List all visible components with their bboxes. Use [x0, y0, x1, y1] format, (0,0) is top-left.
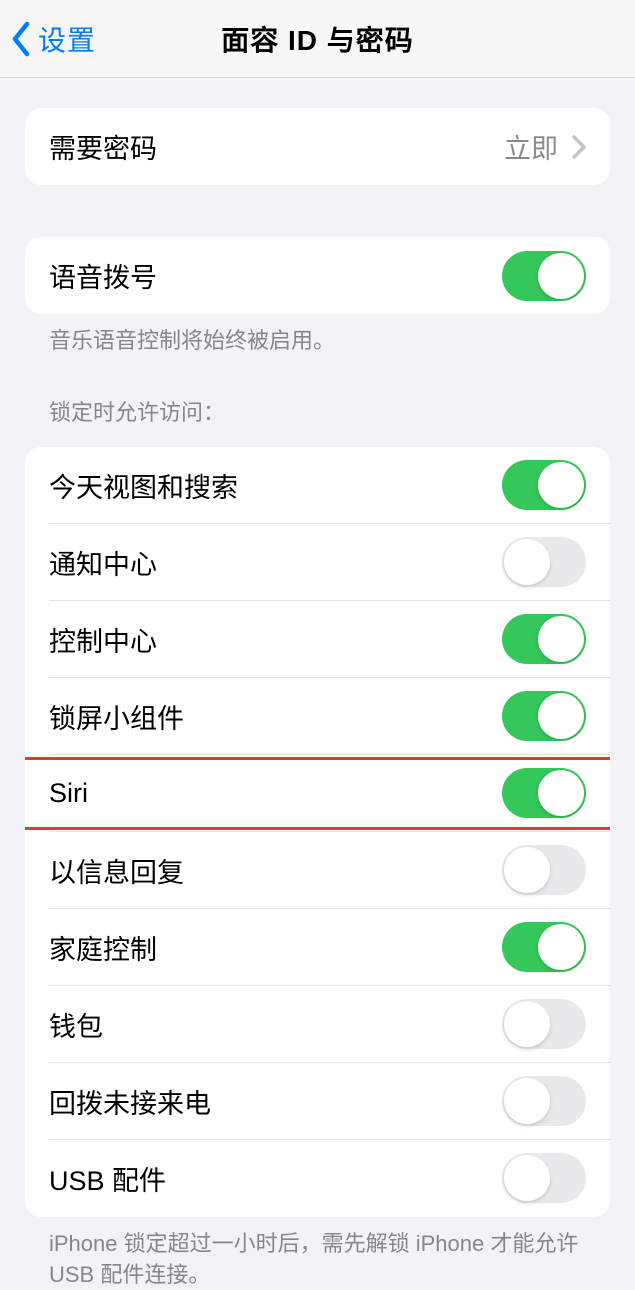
- toggle-knob: [538, 462, 584, 508]
- toggle-knob: [504, 539, 550, 585]
- toggle[interactable]: [502, 691, 586, 741]
- require-passcode-row[interactable]: 需要密码 立即: [25, 108, 610, 185]
- toggle-knob: [538, 770, 584, 816]
- row-label: 需要密码: [49, 127, 504, 166]
- list-item: USB 配件: [25, 1140, 610, 1217]
- voice-dial-group: 语音拨号: [25, 237, 610, 314]
- toggle[interactable]: [502, 537, 586, 587]
- row-label: 今天视图和搜索: [49, 466, 502, 505]
- toggle-knob: [504, 1155, 550, 1201]
- usb-footer: iPhone 锁定超过一小时后，需先解锁 iPhone 才能允许 USB 配件连…: [25, 1217, 610, 1290]
- row-label: 以信息回复: [49, 851, 502, 890]
- require-passcode-group: 需要密码 立即: [25, 108, 610, 185]
- chevron-left-icon: [10, 21, 32, 57]
- row-label: 语音拨号: [49, 256, 502, 295]
- toggle[interactable]: [502, 999, 586, 1049]
- toggle-knob: [504, 1001, 550, 1047]
- list-item: Siri: [25, 755, 610, 832]
- toggle[interactable]: [502, 922, 586, 972]
- list-item: 通知中心: [25, 524, 610, 601]
- row-label: 通知中心: [49, 543, 502, 582]
- toggle-knob: [538, 924, 584, 970]
- list-item: 钱包: [25, 986, 610, 1063]
- back-button[interactable]: 设置: [0, 19, 96, 59]
- list-item: 家庭控制: [25, 909, 610, 986]
- voice-dial-row: 语音拨号: [25, 237, 610, 314]
- list-item: 回拨未接来电: [25, 1063, 610, 1140]
- voice-dial-footer: 音乐语音控制将始终被启用。: [25, 314, 610, 357]
- lock-access-header: 锁定时允许访问：: [25, 395, 610, 437]
- row-label: Siri: [49, 778, 502, 809]
- row-label: 钱包: [49, 1005, 502, 1044]
- row-value: 立即: [504, 127, 558, 166]
- list-item: 以信息回复: [25, 832, 610, 909]
- row-label: 控制中心: [49, 620, 502, 659]
- list-item: 今天视图和搜索: [25, 447, 610, 524]
- toggle[interactable]: [502, 845, 586, 895]
- back-label: 设置: [38, 19, 96, 59]
- toggle-knob: [538, 616, 584, 662]
- chevron-right-icon: [572, 135, 586, 159]
- toggle[interactable]: [502, 1153, 586, 1203]
- toggle[interactable]: [502, 460, 586, 510]
- list-item: 控制中心: [25, 601, 610, 678]
- toggle[interactable]: [502, 614, 586, 664]
- toggle[interactable]: [502, 1076, 586, 1126]
- toggle-knob: [538, 693, 584, 739]
- row-label: 家庭控制: [49, 928, 502, 967]
- voice-dial-toggle[interactable]: [502, 251, 586, 301]
- row-label: 回拨未接来电: [49, 1082, 502, 1121]
- toggle-knob: [504, 847, 550, 893]
- toggle[interactable]: [502, 768, 586, 818]
- nav-bar: 设置 面容 ID 与密码: [0, 0, 635, 78]
- list-item: 锁屏小组件: [25, 678, 610, 755]
- row-label: 锁屏小组件: [49, 697, 502, 736]
- nav-title: 面容 ID 与密码: [221, 19, 414, 59]
- toggle-knob: [538, 253, 584, 299]
- lock-access-group: 今天视图和搜索通知中心控制中心锁屏小组件 Siri 以信息回复家庭控制钱包回拨未接来…: [25, 447, 610, 1217]
- row-label: USB 配件: [49, 1159, 502, 1198]
- toggle-knob: [504, 1078, 550, 1124]
